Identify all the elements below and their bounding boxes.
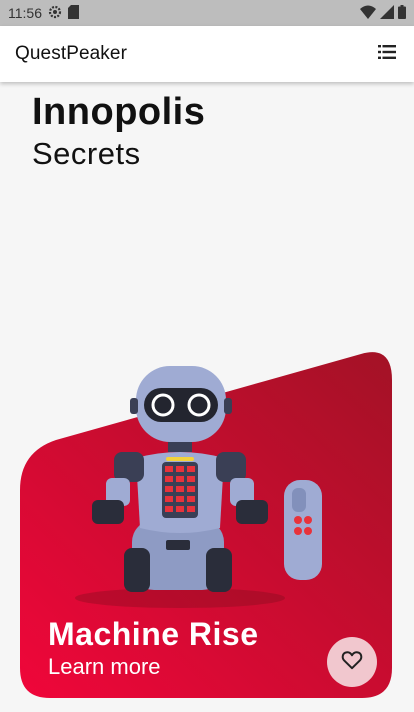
card-text: Machine Rise Learn more: [48, 616, 259, 682]
page-subtitle: Secrets: [32, 136, 141, 171]
cellular-signal-icon: [380, 4, 394, 22]
app-title: QuestPeaker: [15, 43, 127, 64]
status-time: 11:56: [8, 5, 42, 21]
heart-outline-icon: [341, 650, 363, 675]
menu-button[interactable]: [375, 42, 399, 66]
sd-card-icon: [68, 4, 79, 22]
robot-illustration: [75, 366, 322, 608]
page-title: Innopolis: [32, 91, 206, 133]
status-left: 11:56: [8, 4, 79, 22]
battery-icon: [398, 4, 406, 22]
status-right: [360, 4, 406, 22]
wifi-icon: [360, 5, 376, 22]
card-title: Machine Rise: [48, 616, 259, 652]
settings-gear-icon: [48, 5, 62, 22]
status-bar: 11:56: [0, 0, 414, 26]
list-icon: [378, 44, 396, 64]
app-bar: QuestPeaker: [0, 26, 414, 82]
page-heading: Innopolis Secrets: [32, 90, 205, 174]
learn-more-link[interactable]: Learn more: [48, 652, 259, 682]
favorite-button[interactable]: [327, 637, 377, 687]
